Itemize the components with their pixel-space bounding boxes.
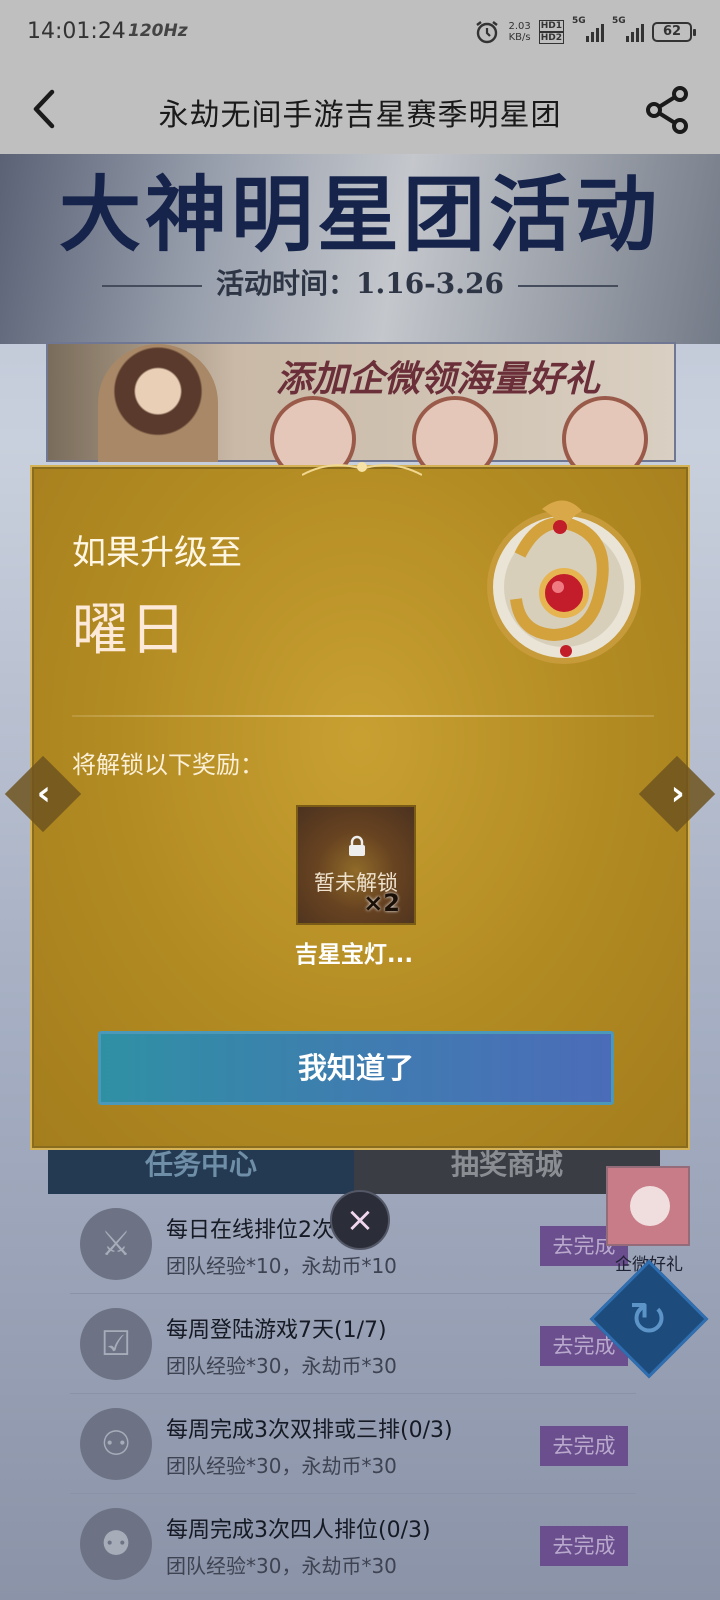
task-name: 每周登陆游戏7天(1/7)	[166, 1318, 387, 1343]
reward-name: 吉星宝灯...	[294, 942, 414, 968]
rank-name: 曜日	[72, 598, 188, 663]
task-list: ⚔ 每日在线排位2次 团队经验*10，永劫币*10 去完成 ☑ 每周登陆游戏7天…	[70, 1194, 636, 1594]
task-row: ☑ 每周登陆游戏7天(1/7) 团队经验*30，永劫币*30 去完成	[70, 1294, 636, 1394]
task-reward: 团队经验*30，永劫币*30	[166, 1354, 397, 1378]
banner-text: 添加企微领海量好礼	[276, 359, 601, 400]
lock-icon	[349, 835, 365, 856]
task-go-button[interactable]: 去完成	[540, 1426, 628, 1466]
task-reward: 团队经验*10，永劫币*10	[166, 1254, 397, 1278]
signal-2-icon: 5G	[612, 16, 644, 42]
back-button[interactable]	[22, 84, 72, 134]
rank-emblem-icon	[487, 500, 641, 664]
acknowledge-button[interactable]: 我知道了	[98, 1031, 614, 1105]
task-row: ⚉ 每周完成3次四人排位(0/3) 团队经验*30，永劫币*30 去完成	[70, 1494, 636, 1594]
network-speed: 2.03 KB/s	[508, 21, 531, 43]
ornament-icon	[302, 462, 422, 476]
calendar-check-icon: ☑	[80, 1308, 152, 1380]
wecom-promo-banner[interactable]: 添加企微领海量好礼	[46, 342, 676, 482]
rank-upgrade-modal: 如果升级至 曜日 将解锁以下奖励： 暂未解锁 ×2 吉星宝灯... 我知道了	[4, 462, 716, 1150]
task-row: ⚇ 每周完成3次双排或三排(0/3) 团队经验*30，永劫币*30 去完成	[70, 1394, 636, 1494]
back-arrow-icon	[33, 89, 55, 129]
unlock-description: 将解锁以下奖励：	[72, 751, 264, 779]
wecom-gift-float-button[interactable]	[606, 1166, 690, 1246]
squad-team-icon: ⚉	[80, 1508, 152, 1580]
task-reward: 团队经验*30，永劫币*30	[166, 1554, 397, 1578]
status-icons: 2.03 KB/s HD1 HD2 5G 5G 62	[474, 14, 696, 50]
sword-icon: ⚔	[80, 1208, 152, 1280]
page-title: 永劫无间手游吉星赛季明星团	[158, 98, 562, 133]
activity-time: 活动时间：1.16-3.26	[0, 262, 720, 302]
divider	[72, 715, 654, 717]
close-modal-button[interactable]: ×	[330, 1190, 390, 1250]
hd-badges: HD1 HD2	[538, 20, 564, 44]
character-image	[98, 344, 218, 462]
close-icon: ×	[345, 1200, 375, 1240]
status-bar: 14:01:24 120Hz 2.03 KB/s HD1 HD2 5G 5G 6…	[0, 0, 720, 64]
hero-title: 大神明星团活动	[58, 167, 661, 263]
task-reward: 团队经验*30，永劫币*30	[166, 1454, 397, 1478]
task-name: 每周完成3次四人排位(0/3)	[166, 1518, 431, 1543]
share-button[interactable]	[642, 84, 694, 136]
signal-1-icon: 5G	[572, 16, 604, 42]
task-name: 每周完成3次双排或三排(0/3)	[166, 1418, 453, 1443]
status-time: 14:01:24	[27, 19, 126, 44]
task-go-button[interactable]: 去完成	[540, 1526, 628, 1566]
title-bar: 永劫无间手游吉星赛季明星团	[0, 64, 720, 154]
hero-banner: 大神明星团活动 活动时间：1.16-3.26	[0, 154, 720, 344]
task-name: 每日在线排位2次	[166, 1218, 334, 1243]
upgrade-label: 如果升级至	[72, 533, 242, 573]
alarm-icon	[476, 21, 499, 44]
refresh-rate-indicator: 120Hz	[128, 21, 188, 41]
battery-icon: 62	[652, 22, 696, 42]
share-icon	[646, 86, 688, 134]
reward-quantity: ×2	[363, 889, 400, 917]
duo-team-icon: ⚇	[80, 1408, 152, 1480]
reward-item[interactable]: 暂未解锁 ×2	[296, 805, 416, 925]
